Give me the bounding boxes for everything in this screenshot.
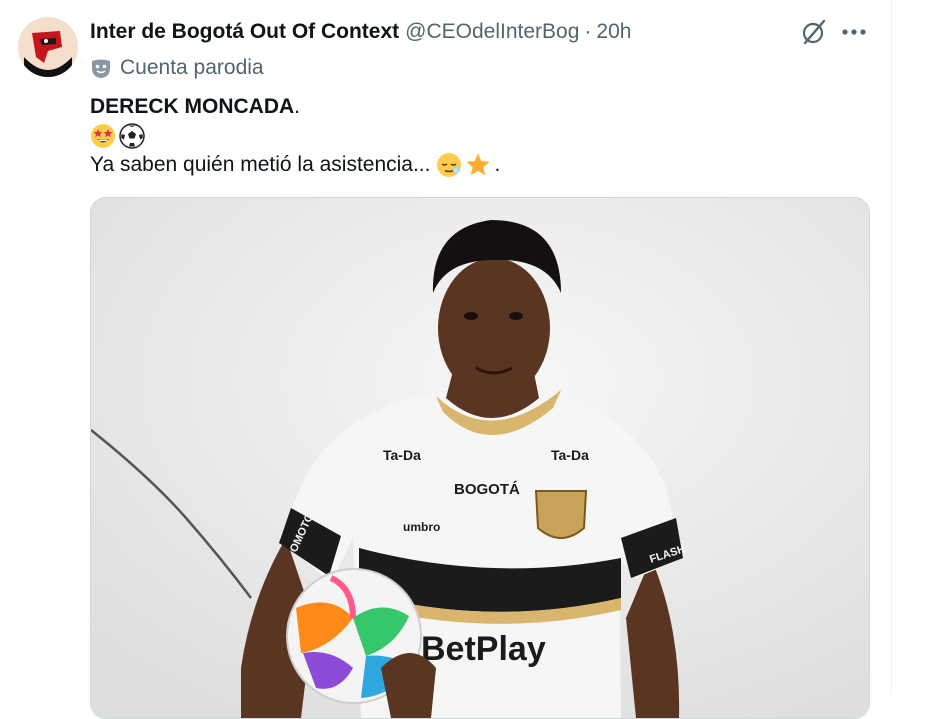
more-horizontal-icon (842, 29, 866, 35)
star-emoji (466, 153, 490, 175)
grok-icon (802, 19, 826, 45)
display-name[interactable]: Inter de Bogotá Out Of Context (90, 20, 399, 44)
parody-mask-icon (92, 59, 110, 78)
jersey-sponsor-left: Ta-Da (383, 447, 421, 463)
tweet-line3-text: Ya saben quién metió la asistencia... (90, 153, 431, 176)
relieved-face-emoji (437, 152, 462, 177)
jersey-sponsor-right: Ta-Da (551, 447, 589, 463)
column-divider (891, 0, 892, 695)
tweet-bold-name: DERECK MONCADA (90, 95, 295, 118)
tweet-photo[interactable]: Ta-Da Ta-Da BOGOTÁ umbro BetPlay OMOTORE… (90, 197, 870, 719)
jersey-brand: umbro (403, 520, 440, 534)
tweet-header: Inter de Bogotá Out Of Context @CEOdelIn… (90, 16, 631, 48)
tweet-line3-suffix: . (494, 153, 501, 176)
avatar[interactable] (18, 17, 78, 77)
grok-button[interactable] (798, 16, 830, 48)
jersey-main-sponsor: BetPlay (421, 630, 546, 668)
separator-dot: · (584, 20, 592, 43)
tweet-bold-suffix: . (294, 95, 301, 118)
parody-badge: Cuenta parodia (90, 54, 264, 82)
tweet-text: DERECK MONCADA. Ya saben quién metió la … (90, 92, 500, 179)
user-handle[interactable]: @CEOdelInterBog (405, 20, 579, 44)
parody-label: Cuenta parodia (120, 56, 264, 79)
more-button[interactable] (838, 16, 870, 48)
star-struck-emoji (91, 123, 115, 148)
timestamp[interactable]: 20h (596, 20, 631, 44)
jersey-chest-text: BOGOTÁ (454, 481, 520, 498)
soccer-ball-emoji (119, 122, 145, 149)
